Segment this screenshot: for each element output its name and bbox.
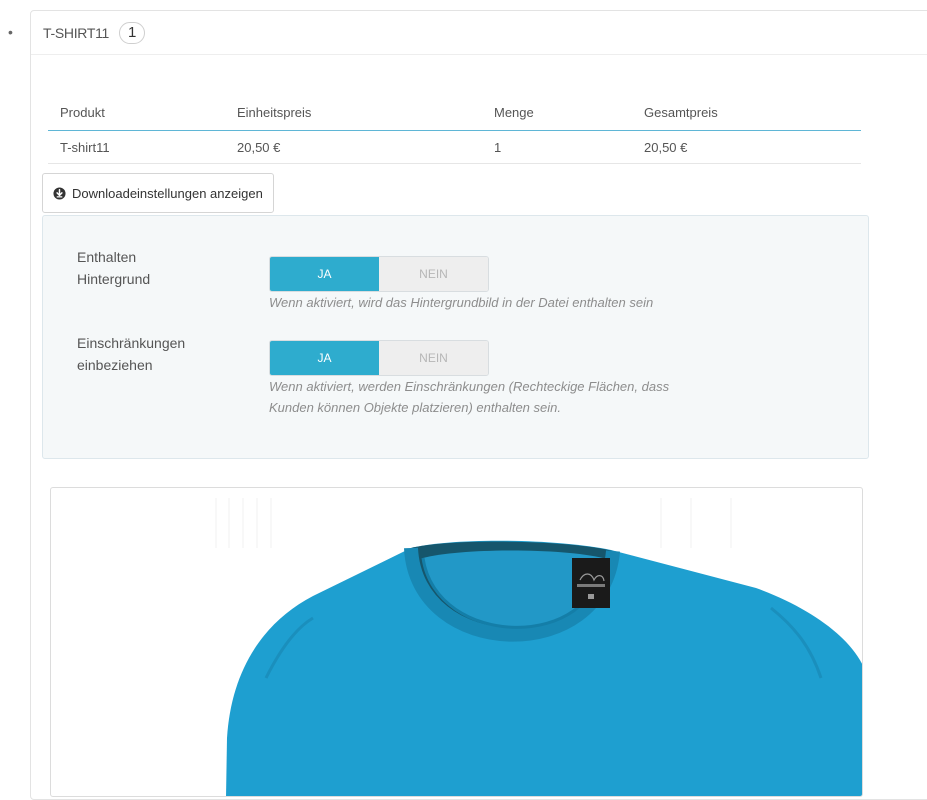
header-menge: Menge	[482, 95, 632, 131]
toggle-no-option[interactable]: NEIN	[379, 341, 488, 375]
setting-label-line: einbeziehen	[77, 357, 153, 373]
table-header-row: Produkt Einheitspreis Menge Gesamtpreis	[48, 95, 861, 131]
cell-quantity: 1	[482, 130, 632, 164]
setting-label-line: Enthalten	[77, 249, 137, 265]
setting-label-restrictions: Einschränkungen einbeziehen	[77, 332, 185, 376]
download-settings-label: Downloadeinstellungen anzeigen	[72, 185, 263, 201]
table-row: T-shirt11 20,50 € 1 20,50 €	[48, 130, 861, 164]
tshirt-image	[215, 498, 862, 796]
toggle-yes-option[interactable]: JA	[270, 257, 379, 291]
setting-label-line: Hintergrund	[77, 271, 151, 287]
quantity-badge: 1	[119, 21, 146, 44]
toggle-no-option[interactable]: NEIN	[379, 257, 488, 291]
background-toggle[interactable]: JA NEIN	[269, 256, 489, 292]
header-gesamtpreis: Gesamtpreis	[632, 95, 861, 131]
order-table: Produkt Einheitspreis Menge Gesamtpreis …	[48, 95, 861, 164]
cell-product: T-shirt11	[48, 130, 225, 164]
help-line: Kunden können Objekte platzieren) enthal…	[269, 400, 561, 415]
setting-label-background: Enthalten Hintergrund	[77, 246, 150, 290]
product-title: T-SHIRT11	[43, 24, 110, 41]
header-produkt: Produkt	[48, 95, 225, 131]
product-preview	[50, 487, 863, 797]
help-line: Wenn aktiviert, werden Einschränkungen (…	[269, 379, 670, 394]
cell-total-price: 20,50 €	[632, 130, 861, 164]
toggle-yes-option[interactable]: JA	[270, 341, 379, 375]
header-einheitspreis: Einheitspreis	[225, 95, 482, 131]
help-line: Wenn aktiviert, wird das Hintergrundbild…	[269, 295, 654, 310]
background-help-text: Wenn aktiviert, wird das Hintergrundbild…	[269, 292, 809, 313]
download-circle-icon	[53, 186, 66, 200]
panel-header: T-SHIRT11 1	[31, 11, 927, 55]
restrictions-toggle[interactable]: JA NEIN	[269, 340, 489, 376]
restrictions-help-text: Wenn aktiviert, werden Einschränkungen (…	[269, 376, 809, 418]
setting-label-line: Einschränkungen	[77, 335, 186, 351]
download-settings-button[interactable]: Downloadeinstellungen anzeigen	[42, 173, 274, 213]
list-bullet: •	[8, 24, 13, 40]
cell-unit-price: 20,50 €	[225, 130, 482, 164]
download-settings-panel: Enthalten Hintergrund JA NEIN Wenn aktiv…	[42, 215, 869, 459]
